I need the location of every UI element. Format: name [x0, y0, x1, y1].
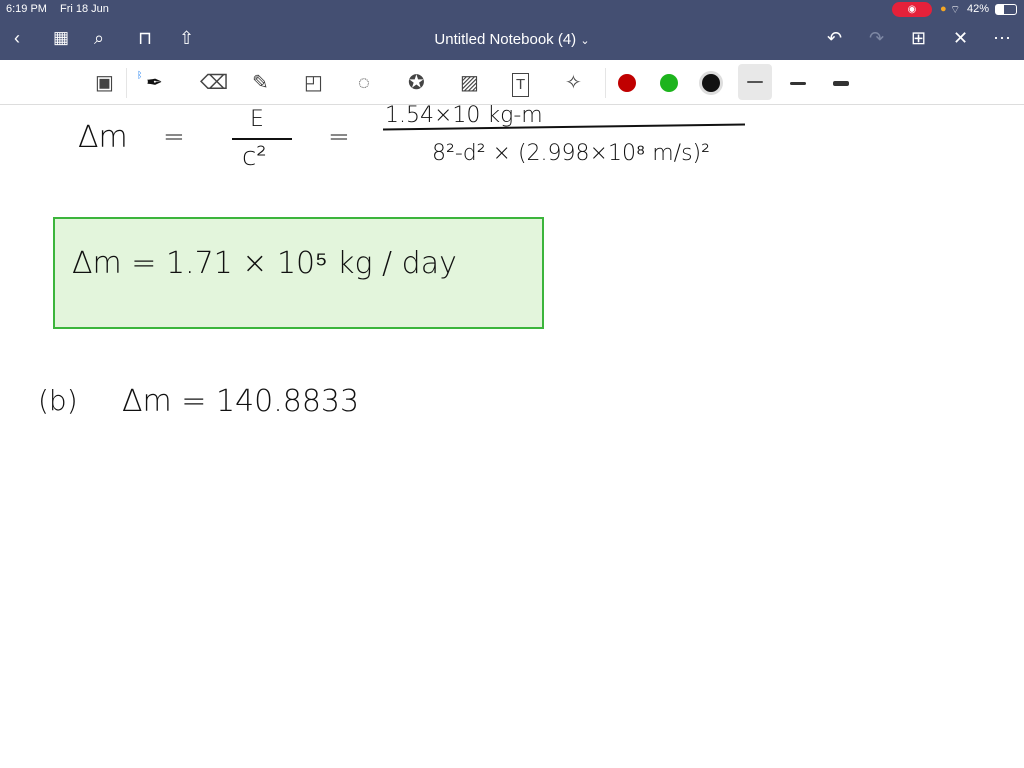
app-header: 6:19 PM Fri 18 Jun ◉ ● ⌔ 42% ‹ ▦ ⌕ ⊓ ⇧ U…	[0, 0, 1024, 60]
text-tool-icon[interactable]: T	[512, 73, 530, 97]
status-time: 6:19 PM	[6, 3, 47, 15]
close-icon[interactable]: ✕	[953, 28, 968, 49]
highlighter-tool-icon[interactable]: ✎	[252, 72, 269, 94]
color-green[interactable]	[660, 74, 678, 92]
add-page-icon[interactable]: ⊞	[911, 28, 926, 49]
laser-pointer-icon[interactable]: ✧	[565, 72, 582, 94]
fraction-bar	[232, 138, 292, 140]
shapes-tool-icon[interactable]: ◰	[304, 72, 323, 94]
color-black-selected[interactable]	[702, 74, 720, 92]
numerator-e: E	[250, 107, 264, 132]
bluetooth-icon: ᛒ	[137, 70, 143, 80]
stroke-medium[interactable]	[790, 82, 806, 85]
part-b-answer: Δm = 140.8833	[122, 384, 360, 419]
wifi-icon: ⌔	[950, 4, 961, 16]
stroke-thick[interactable]	[833, 81, 849, 86]
part-b-label: (b)	[38, 384, 78, 417]
stroke-thin-selected[interactable]	[738, 64, 772, 100]
image-tool-icon[interactable]: ▨	[460, 72, 479, 94]
numerator-energy: 1.54×10 kg-m	[385, 103, 543, 128]
sticker-tool-icon[interactable]: ✪	[408, 72, 425, 94]
read-mode-icon[interactable]: ▣	[95, 72, 114, 94]
status-date: Fri 18 Jun	[60, 3, 109, 15]
more-icon[interactable]: ⋯	[993, 28, 1011, 49]
lhs-delta-m: Δm	[78, 120, 128, 155]
drawing-toolbar: ▣ ᛒ ✒ ⌫ ✎ ◰ ◌ ✪ ▨ T ✧	[0, 60, 1024, 105]
denominator-c2: c²	[242, 142, 267, 172]
pen-tool-icon[interactable]: ✒	[146, 72, 163, 94]
redo-icon[interactable]: ↷	[869, 28, 884, 49]
lasso-tool-icon[interactable]: ◌	[358, 72, 370, 94]
color-red[interactable]	[618, 74, 636, 92]
mic-indicator-icon: ●	[940, 3, 947, 15]
screen-record-icon: ◉	[892, 2, 932, 17]
boxed-answer: Δm = 1.71 × 10⁵ kg / day	[72, 246, 457, 281]
equals: =	[328, 122, 350, 152]
eraser-tool-icon[interactable]: ⌫	[200, 72, 228, 94]
equals: =	[163, 122, 185, 152]
denominator-expression: 8²-d² × (2.998×10⁸ m/s)²	[432, 141, 710, 166]
battery-icon	[995, 4, 1017, 15]
undo-icon[interactable]: ↶	[827, 28, 842, 49]
battery-level: 42%	[967, 3, 990, 15]
